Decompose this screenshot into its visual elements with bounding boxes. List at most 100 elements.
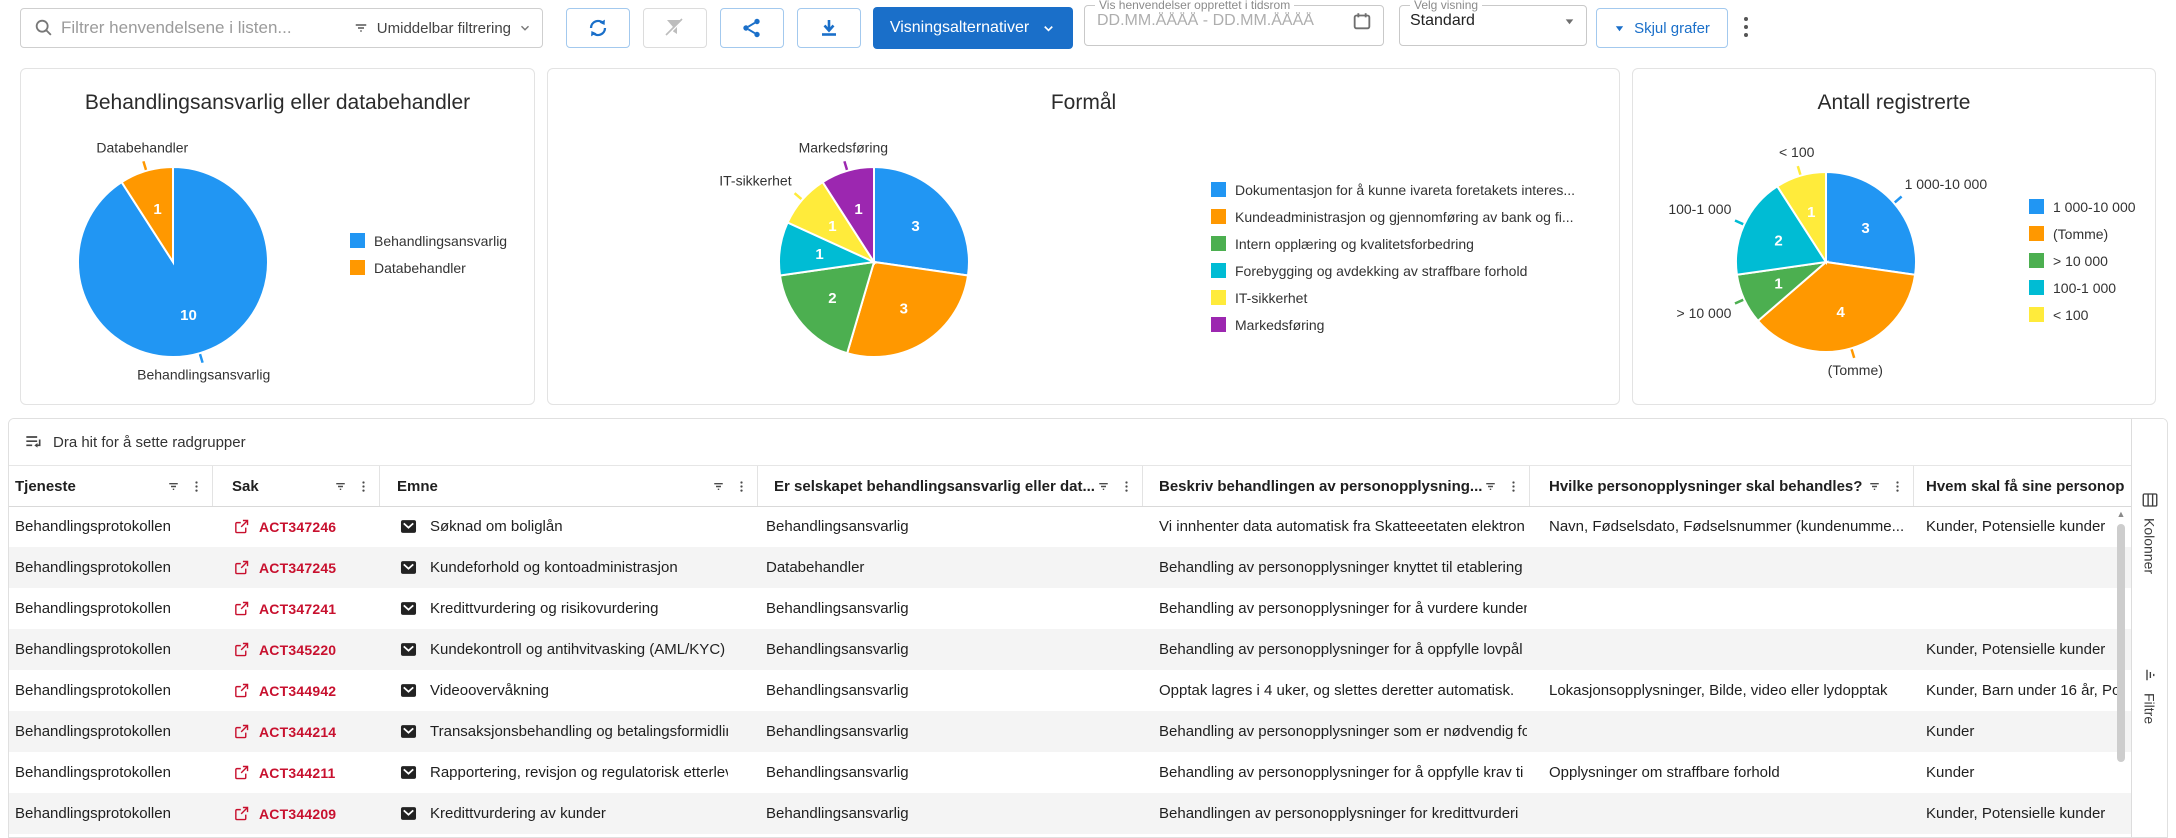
open-case-icon bbox=[233, 518, 250, 535]
case-link[interactable]: ACT347245 bbox=[259, 560, 336, 576]
pie-slice[interactable] bbox=[1826, 172, 1916, 275]
header-filter-icon[interactable] bbox=[710, 478, 727, 495]
row-group-dropzone[interactable]: Dra hit for å sette radgrupper bbox=[9, 419, 2167, 466]
refresh-button[interactable] bbox=[566, 8, 630, 48]
legend-swatch bbox=[1211, 182, 1226, 197]
tab-kolonner[interactable]: Kolonner bbox=[2141, 491, 2159, 574]
table-row[interactable]: BehandlingsprotokollenACT344214Transaksj… bbox=[9, 711, 2133, 752]
instant-filter-dropdown[interactable]: Umiddelbar filtrering bbox=[352, 19, 542, 37]
column-header-2[interactable]: Sak bbox=[213, 466, 380, 506]
table-row[interactable]: BehandlingsprotokollenACT344209Kredittvu… bbox=[9, 793, 2133, 834]
table-row[interactable]: Behandlingsprotokollen ACT347245 Kundeforh… bbox=[9, 547, 2133, 588]
calendar-icon[interactable] bbox=[1351, 10, 1373, 32]
legend-label: IT-sikkerhet bbox=[1235, 290, 1307, 306]
cell-sak[interactable]: ACT347245 bbox=[233, 547, 373, 588]
cell-sak[interactable]: ACT344211 bbox=[233, 752, 373, 793]
column-menu-icon[interactable] bbox=[356, 478, 371, 495]
view-select-field[interactable]: Velg visning Standard bbox=[1399, 0, 1587, 46]
scroll-up-icon[interactable]: ▲ bbox=[2117, 509, 2126, 519]
case-link[interactable]: ACT344942 bbox=[259, 683, 336, 699]
case-link[interactable]: ACT345220 bbox=[259, 642, 336, 658]
pie-callout-label: Behandlingsansvarlig bbox=[137, 367, 270, 383]
column-header-7[interactable]: Hvem skal få sine personopp bbox=[1914, 466, 2133, 506]
table-row[interactable]: BehandlingsprotokollenACT347241Kredittvu… bbox=[9, 588, 2133, 629]
column-header-3[interactable]: Emne bbox=[380, 466, 758, 506]
cell-sak[interactable]: ACT344209 bbox=[233, 793, 373, 834]
legend-swatch bbox=[350, 260, 365, 275]
legend-item[interactable]: Forebygging og avdekking av straffbare f… bbox=[1211, 257, 1575, 284]
pie-value-label: 1 bbox=[1807, 204, 1815, 221]
column-menu-icon[interactable] bbox=[734, 478, 749, 495]
row-groups-icon bbox=[23, 432, 43, 452]
legend-item[interactable]: IT-sikkerhet bbox=[1211, 284, 1575, 311]
header-filter-icon[interactable] bbox=[1866, 478, 1883, 495]
case-link[interactable]: ACT347246 bbox=[259, 519, 336, 535]
cell-sak[interactable]: ACT344214 bbox=[233, 711, 373, 752]
column-header-5[interactable]: Beskriv behandlingen av personopplysning… bbox=[1143, 466, 1530, 506]
search-box[interactable]: Umiddelbar filtrering bbox=[20, 8, 543, 48]
legend-swatch bbox=[1211, 317, 1226, 332]
column-header-6[interactable]: Hvilke personopplysninger skal behandles… bbox=[1530, 466, 1914, 506]
legend-item[interactable]: 1 000-10 000 bbox=[2029, 193, 2136, 220]
cell-sak[interactable]: ACT347241 bbox=[233, 588, 373, 629]
case-link[interactable]: ACT344214 bbox=[259, 724, 336, 740]
legend-item[interactable]: Behandlingsansvarlig bbox=[350, 227, 507, 254]
columns-icon bbox=[2141, 491, 2159, 509]
legend-item[interactable]: Dokumentasjon for å kunne ivareta foreta… bbox=[1211, 176, 1575, 203]
header-filter-icon[interactable] bbox=[1095, 478, 1112, 495]
search-input[interactable] bbox=[59, 17, 352, 39]
legend-item[interactable]: < 100 bbox=[2029, 301, 2136, 328]
header-filter-icon[interactable] bbox=[165, 478, 182, 495]
column-header-1[interactable]: Tjeneste bbox=[9, 466, 213, 506]
cell-ansvarlig: Behandlingsansvarlig bbox=[766, 588, 1134, 629]
pie-slice[interactable] bbox=[874, 167, 969, 276]
cell-emne: Videoovervåkning bbox=[398, 670, 728, 711]
cell-emne: Søknad om boliglån bbox=[398, 506, 728, 547]
case-link[interactable]: ACT344211 bbox=[259, 765, 336, 781]
hide-charts-button[interactable]: Skjul grafer bbox=[1596, 8, 1728, 48]
case-link[interactable]: ACT347241 bbox=[259, 601, 336, 617]
table-row[interactable]: BehandlingsprotokollenACT347246Søknad om… bbox=[9, 506, 2133, 547]
download-button[interactable] bbox=[797, 8, 861, 48]
legend-item[interactable]: Databehandler bbox=[350, 254, 507, 281]
case-link[interactable]: ACT344209 bbox=[259, 806, 336, 822]
date-range-field[interactable]: Vis henvendelser opprettet i tidsrom bbox=[1084, 0, 1384, 46]
legend-item[interactable]: > 10 000 bbox=[2029, 247, 2136, 274]
legend-swatch bbox=[2029, 226, 2044, 241]
chart-legend: BehandlingsansvarligDatabehandler bbox=[350, 227, 507, 281]
share-button[interactable] bbox=[720, 8, 784, 48]
column-header-4[interactable]: Er selskapet behandlingsansvarlig eller … bbox=[758, 466, 1143, 506]
table-row[interactable]: BehandlingsprotokollenACT344942Videoover… bbox=[9, 670, 2133, 711]
cell-sak[interactable]: ACT345220 bbox=[233, 629, 373, 670]
cell-sak[interactable]: ACT344942 bbox=[233, 670, 373, 711]
filter-panel-icon bbox=[2141, 666, 2159, 684]
open-case-icon bbox=[233, 600, 250, 617]
legend-item[interactable]: (Tomme) bbox=[2029, 220, 2136, 247]
header-filter-icon[interactable] bbox=[332, 478, 349, 495]
cell-tjeneste: Behandlingsprotokollen bbox=[15, 547, 207, 588]
legend-item[interactable]: 100-1 000 bbox=[2029, 274, 2136, 301]
emne-text: Kundeforhold og kontoadministrasjon bbox=[430, 559, 678, 576]
column-menu-icon[interactable] bbox=[1119, 478, 1134, 495]
legend-item[interactable]: Kundeadministrasjon og gjennomføring av … bbox=[1211, 203, 1575, 230]
legend-item[interactable]: Intern opplæring og kvalitetsforbedring bbox=[1211, 230, 1575, 257]
open-case-icon bbox=[233, 805, 250, 822]
scrollbar-thumb[interactable] bbox=[2117, 524, 2125, 762]
view-options-button[interactable]: Visningsalternativer bbox=[873, 7, 1073, 49]
more-menu-button[interactable] bbox=[1744, 17, 1750, 37]
column-menu-icon[interactable] bbox=[189, 478, 204, 495]
table-row[interactable]: BehandlingsprotokollenACT345220Kundekont… bbox=[9, 629, 2133, 670]
tab-filtre[interactable]: Filtre bbox=[2141, 666, 2159, 724]
vertical-scrollbar[interactable]: ▲ bbox=[2115, 509, 2127, 831]
column-menu-icon[interactable] bbox=[1890, 478, 1905, 495]
legend-swatch bbox=[2029, 253, 2044, 268]
cell-sak[interactable]: ACT347246 bbox=[233, 506, 373, 547]
table-row[interactable]: BehandlingsprotokollenACT344211Rapporter… bbox=[9, 752, 2133, 793]
date-range-input[interactable] bbox=[1095, 11, 1329, 31]
column-menu-icon[interactable] bbox=[1506, 478, 1521, 495]
header-filter-icon[interactable] bbox=[1482, 478, 1499, 495]
legend-swatch bbox=[1211, 209, 1226, 224]
cell-hvilke: Lokasjonsopplysninger, Bilde, video elle… bbox=[1549, 670, 1909, 711]
chart-title: Antall registrerte bbox=[1633, 69, 2155, 115]
legend-item[interactable]: Markedsføring bbox=[1211, 311, 1575, 338]
